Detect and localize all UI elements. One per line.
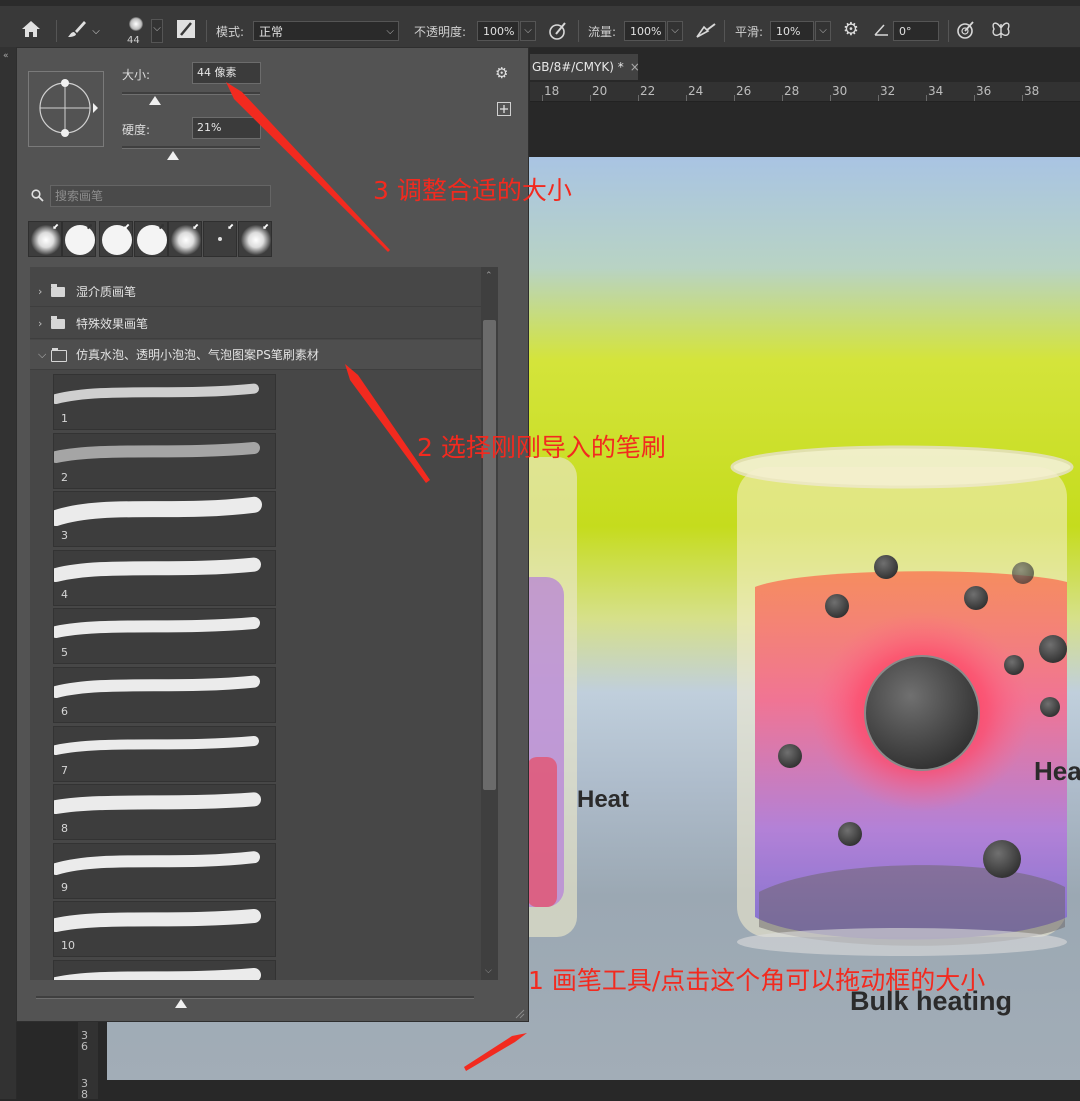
annotation-step-3: 3 调整合适的大小: [373, 176, 572, 205]
annotation-arrow-1: [464, 1033, 527, 1071]
annotation-arrow-3: [226, 82, 390, 252]
annotation-arrow-2: [345, 364, 430, 483]
annotation-step-2: 2 选择刚刚导入的笔刷: [417, 433, 666, 462]
annotation-arrows: [226, 82, 527, 1071]
annotation-step-1: 1 画笔工具/点击这个角可以拖动框的大小: [528, 966, 986, 995]
